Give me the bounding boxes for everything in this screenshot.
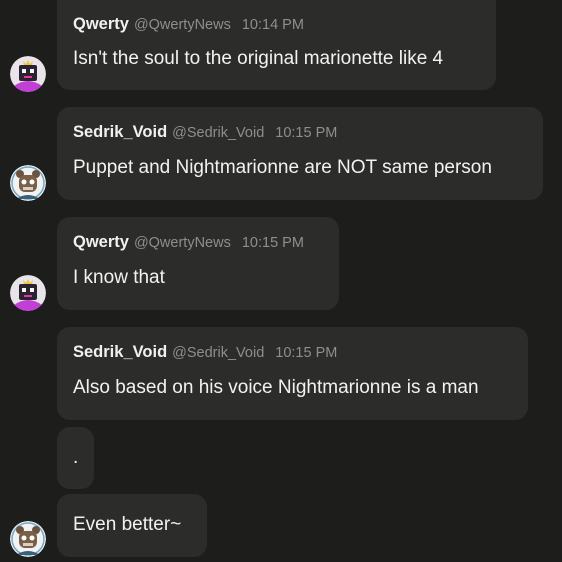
message-bubble: Qwerty @QwertyNews 10:15 PM I know that <box>57 217 339 310</box>
username[interactable]: Qwerty <box>73 15 129 33</box>
message-bubble: Qwerty @QwertyNews 10:14 PM Isn't the soul… <box>57 0 496 90</box>
message-bubble: Even better~ <box>57 494 207 557</box>
purple-puppet-avatar-icon[interactable] <box>10 275 46 311</box>
user-handle: @QwertyNews <box>133 235 231 251</box>
timestamp: 10:15 PM <box>275 345 338 361</box>
message-text: . <box>73 447 79 468</box>
purple-puppet-avatar-icon[interactable] <box>10 56 46 92</box>
message-text: Isn't the soul to the original marionett… <box>73 48 444 69</box>
user-handle: @QwertyNews <box>133 17 231 33</box>
chat-log: Qwerty @QwertyNews 10:14 PM Isn't the soul… <box>0 0 562 562</box>
message-text: Puppet and Nightmarionne are NOT same pe… <box>73 157 492 178</box>
message-text: Even better~ <box>73 514 182 535</box>
message-bubble: Sedrik_Void @Sedrik_Void 10:15 PM Also bas… <box>57 327 528 420</box>
username[interactable]: Sedrik_Void <box>73 343 167 361</box>
message-bubble: . <box>57 427 94 489</box>
timestamp: 10:15 PM <box>275 125 338 141</box>
username[interactable]: Sedrik_Void <box>73 123 167 141</box>
message-bubble: Sedrik_Void @Sedrik_Void 10:15 PM Puppet a… <box>57 107 543 200</box>
user-handle: @Sedrik_Void <box>172 125 265 141</box>
user-handle: @Sedrik_Void <box>172 345 265 361</box>
username[interactable]: Qwerty <box>73 233 129 251</box>
timestamp: 10:14 PM <box>241 17 304 33</box>
message-header: Qwerty @QwertyNews 10:14 PM <box>73 15 304 34</box>
timestamp: 10:15 PM <box>241 235 304 251</box>
message-text: I know that <box>73 267 165 288</box>
message-text: Also based on his voice Nightmarionne is… <box>73 377 479 398</box>
message-header: Sedrik_Void @Sedrik_Void 10:15 PM <box>73 123 337 142</box>
message-header: Sedrik_Void @Sedrik_Void 10:15 PM <box>73 343 337 362</box>
white-bear-avatar-icon[interactable] <box>10 165 46 201</box>
message-header: Qwerty @QwertyNews 10:15 PM <box>73 233 304 252</box>
white-bear-avatar-icon[interactable] <box>10 521 46 557</box>
